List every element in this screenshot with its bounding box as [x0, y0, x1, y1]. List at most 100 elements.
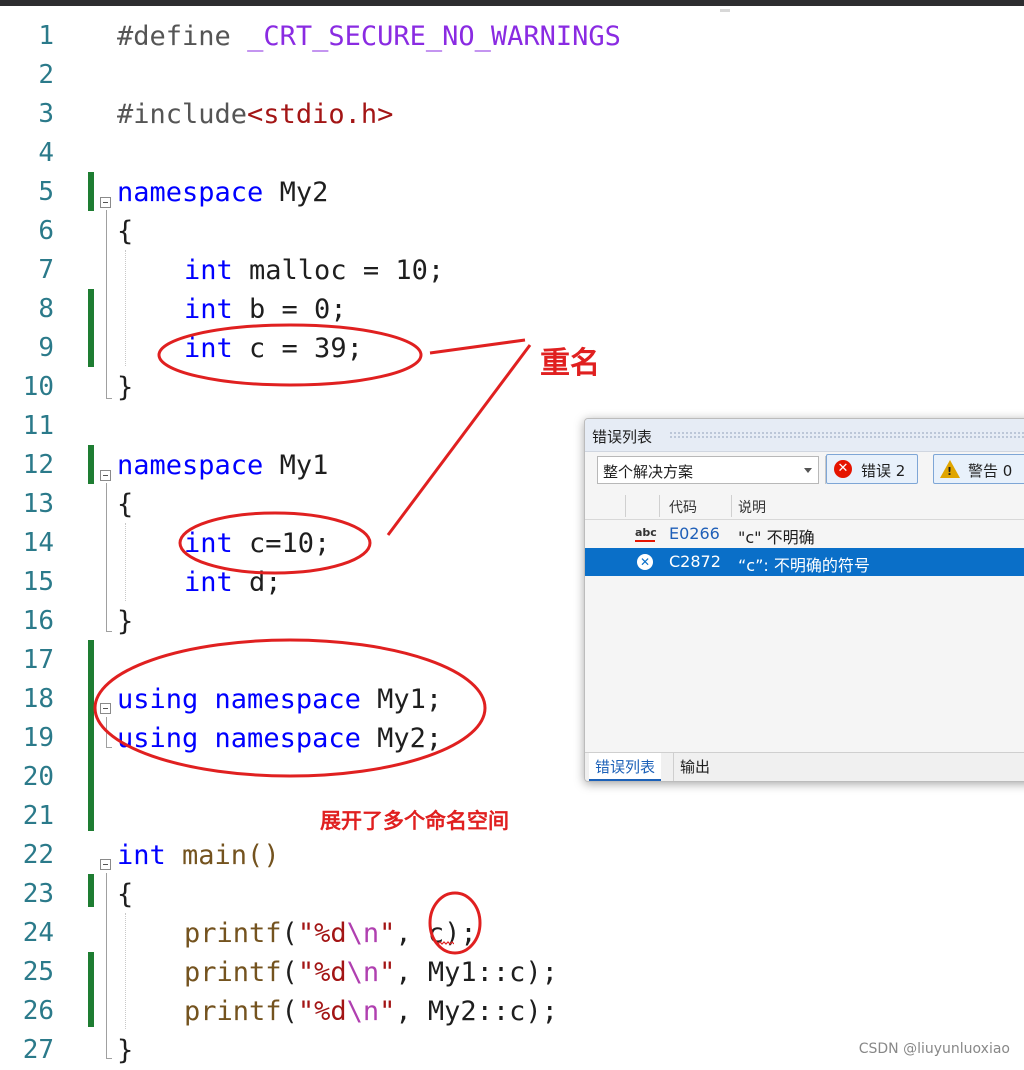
- line-number: 7: [38, 255, 54, 285]
- code-line[interactable]: 26 printf("%d\n", My2::c);: [0, 992, 1024, 1031]
- line-number: 1: [38, 21, 54, 51]
- function-call: printf: [184, 996, 282, 1027]
- code-line[interactable]: 7 int malloc = 10;: [0, 251, 1024, 290]
- escape-sequence: \n: [346, 918, 380, 949]
- line-number: 23: [22, 879, 54, 909]
- code-line[interactable]: 21: [0, 797, 1024, 836]
- code-line[interactable]: 22 int main(): [0, 836, 1024, 875]
- code-line[interactable]: 6 {: [0, 212, 1024, 251]
- column-divider: [625, 495, 626, 517]
- open-brace: {: [117, 879, 134, 910]
- line-number: 9: [38, 333, 54, 363]
- declaration: d;: [232, 567, 282, 598]
- declaration: b = 0;: [232, 294, 347, 325]
- code-line[interactable]: 2: [0, 56, 1024, 95]
- column-divider: [731, 495, 732, 517]
- spelling-error-icon: abc: [635, 526, 657, 542]
- keyword-int: int: [184, 333, 233, 364]
- paren: (: [281, 996, 298, 1027]
- line-number: 16: [22, 606, 54, 636]
- keyword-namespace: namespace: [214, 723, 361, 754]
- code-line[interactable]: 1 #define _CRT_SECURE_NO_WARNINGS: [0, 17, 1024, 56]
- line-number: 14: [22, 528, 54, 558]
- open-brace: {: [117, 216, 134, 247]
- annotation-expanded: 展开了多个命名空间: [320, 809, 509, 833]
- string-quote: ": [379, 957, 396, 988]
- function-call: printf: [184, 918, 282, 949]
- line-number: 13: [22, 489, 54, 519]
- warnings-filter-label: 警告 0: [968, 462, 1013, 480]
- watermark: CSDN @liuyunluoxiao: [858, 1041, 1010, 1057]
- using-target: My2;: [360, 723, 443, 754]
- paren: (: [281, 957, 298, 988]
- keyword-int: int: [184, 528, 233, 559]
- drag-handle[interactable]: [669, 431, 1024, 438]
- string-quote: ": [379, 996, 396, 1027]
- preprocessor-include: #include: [117, 99, 248, 130]
- code-line[interactable]: 4: [0, 134, 1024, 173]
- scope-dropdown[interactable]: 整个解决方案: [597, 456, 819, 484]
- declaration: c = 39;: [232, 333, 363, 364]
- function-signature: main(): [165, 840, 280, 871]
- column-header-description[interactable]: 说明: [738, 497, 766, 517]
- tab-output[interactable]: 输出: [673, 753, 716, 781]
- call-args: , My2::c);: [395, 996, 558, 1027]
- keyword-namespace: namespace: [117, 450, 264, 481]
- line-number: 19: [22, 723, 54, 753]
- code-line[interactable]: 24 printf("%d\n", c);: [0, 914, 1024, 953]
- tab-error-list[interactable]: 错误列表: [589, 753, 662, 781]
- code-line[interactable]: 8 int b = 0;: [0, 290, 1024, 329]
- keyword-int: int: [184, 294, 233, 325]
- code-line[interactable]: 25 printf("%d\n", My1::c);: [0, 953, 1024, 992]
- format-string: "%d: [297, 996, 347, 1027]
- error-row-selected[interactable]: ✕ C2872 “c”: 不明确的符号: [585, 548, 1024, 576]
- close-brace: }: [117, 372, 134, 403]
- keyword-namespace: namespace: [214, 684, 361, 715]
- line-number: 10: [22, 372, 54, 402]
- chevron-down-icon: [804, 468, 812, 473]
- error-list-panel[interactable]: 错误列表 整个解决方案 ✕ 错误 2 ! 警告 0 代码 说明 abc E026…: [584, 418, 1024, 782]
- code-line[interactable]: 9 int c = 39;: [0, 329, 1024, 368]
- code-line[interactable]: 5 namespace My2: [0, 173, 1024, 212]
- line-number: 27: [22, 1035, 54, 1065]
- code-line[interactable]: 10 }: [0, 368, 1024, 407]
- keyword-using: using: [117, 723, 199, 754]
- escape-sequence: \n: [346, 996, 380, 1027]
- errors-filter-button[interactable]: ✕ 错误 2: [826, 454, 918, 484]
- line-number: 3: [38, 99, 54, 129]
- error-description: “c”: 不明确的符号: [738, 556, 870, 575]
- list-header: 代码 说明: [585, 493, 1024, 520]
- paren: (: [281, 918, 298, 949]
- line-number: 6: [38, 216, 54, 246]
- line-number: 17: [22, 645, 54, 675]
- line-number: 4: [38, 138, 54, 168]
- open-brace: {: [117, 489, 134, 520]
- column-divider: [659, 495, 660, 517]
- call-args: , My1::c);: [395, 957, 558, 988]
- warnings-filter-button[interactable]: ! 警告 0: [933, 454, 1024, 484]
- annotation-duplicate: 重名: [540, 346, 600, 381]
- line-number: 5: [38, 177, 54, 207]
- format-string: "%d: [297, 957, 347, 988]
- line-number: 15: [22, 567, 54, 597]
- line-number: 22: [22, 840, 54, 870]
- code-line[interactable]: 3 #include<stdio.h>: [0, 95, 1024, 134]
- warning-icon: !: [940, 460, 960, 478]
- error-row[interactable]: abc E0266 "c" 不明确: [585, 520, 1024, 548]
- errors-filter-label: 错误 2: [861, 462, 906, 480]
- line-number: 8: [38, 294, 54, 324]
- keyword-int: int: [117, 840, 166, 871]
- panel-toolbar: 整个解决方案 ✕ 错误 2 ! 警告 0: [585, 453, 1024, 489]
- scroll-marker: [720, 9, 730, 12]
- column-header-code[interactable]: 代码: [669, 497, 697, 517]
- scope-value: 整个解决方案: [603, 463, 694, 481]
- include-file: <stdio.h>: [247, 99, 394, 130]
- string-quote: ": [379, 918, 396, 949]
- macro-name: _CRT_SECURE_NO_WARNINGS: [247, 21, 621, 52]
- error-code: C2872: [669, 552, 721, 571]
- panel-tabs: 错误列表 输出: [585, 752, 1024, 781]
- window-top-bar: [0, 0, 1024, 6]
- panel-title-bar[interactable]: 错误列表: [585, 419, 1024, 452]
- keyword-int: int: [184, 567, 233, 598]
- code-line[interactable]: 23 {: [0, 875, 1024, 914]
